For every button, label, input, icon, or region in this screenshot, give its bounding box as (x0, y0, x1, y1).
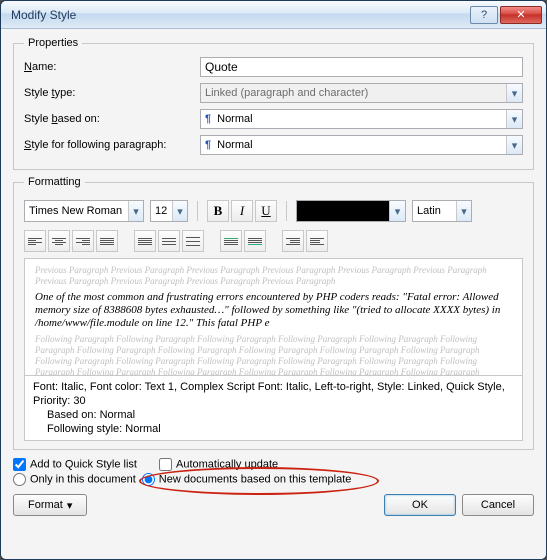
increase-indent-button[interactable] (306, 230, 328, 252)
italic-button[interactable]: I (231, 200, 253, 222)
preview-following: Following Paragraph Following Paragraph … (35, 334, 512, 376)
title-bar: Modify Style ? ✕ (1, 1, 546, 29)
underline-button[interactable]: U (255, 200, 277, 222)
pilcrow-icon: ¶ (205, 113, 211, 125)
modify-style-dialog: Modify Style ? ✕ Properties Name: Style … (0, 0, 547, 560)
window-title: Modify Style (11, 8, 470, 22)
properties-legend: Properties (24, 37, 82, 49)
space-before-dec-button[interactable] (244, 230, 266, 252)
based-on-select[interactable]: ¶ Normal ▾ (200, 109, 523, 129)
linespacing-1-button[interactable] (134, 230, 156, 252)
name-input[interactable] (200, 57, 523, 77)
chevron-down-icon[interactable]: ▾ (172, 201, 187, 221)
align-right-button[interactable] (72, 230, 94, 252)
new-documents-radio[interactable]: New documents based on this template (142, 473, 352, 486)
chevron-down-icon[interactable]: ▾ (389, 201, 405, 221)
add-quick-style-checkbox[interactable]: Add to Quick Style list (13, 458, 137, 471)
align-left-button[interactable] (24, 230, 46, 252)
preview-sample: One of the most common and frustrating e… (35, 291, 512, 330)
chevron-down-icon[interactable]: ▾ (506, 110, 522, 128)
chevron-down-icon[interactable]: ▾ (456, 201, 471, 221)
align-center-button[interactable] (48, 230, 70, 252)
linespacing-15-button[interactable] (158, 230, 180, 252)
linespacing-2-button[interactable] (182, 230, 204, 252)
bold-button[interactable]: B (207, 200, 229, 222)
preview-previous: Previous Paragraph Previous Paragraph Pr… (35, 265, 512, 287)
space-before-inc-button[interactable] (220, 230, 242, 252)
script-select[interactable]: Latin ▾ (412, 200, 472, 222)
only-this-document-radio[interactable]: Only in this document (13, 473, 136, 486)
pilcrow-icon: ¶ (205, 139, 211, 151)
chevron-down-icon: ▾ (67, 499, 73, 512)
preview-pane: Previous Paragraph Previous Paragraph Pr… (24, 258, 523, 376)
align-justify-button[interactable] (96, 230, 118, 252)
following-select[interactable]: ¶ Normal ▾ (200, 135, 523, 155)
style-type-select: Linked (paragraph and character) ▾ (200, 83, 523, 103)
format-menu-button[interactable]: Format▾ (13, 494, 87, 516)
chevron-down-icon[interactable]: ▾ (506, 136, 522, 154)
properties-group: Properties Name: Style type: Linked (par… (13, 37, 534, 170)
decrease-indent-button[interactable] (282, 230, 304, 252)
font-color-select[interactable]: ▾ (296, 200, 406, 222)
font-name-select[interactable]: Times New Roman ▾ (24, 200, 144, 222)
style-description: Font: Italic, Font color: Text 1, Comple… (24, 376, 523, 441)
help-button[interactable]: ? (470, 6, 498, 24)
formatting-legend: Formatting (24, 176, 85, 188)
ok-button[interactable]: OK (384, 494, 456, 516)
following-label: Style for following paragraph: (24, 139, 194, 151)
name-label: Name: (24, 61, 194, 73)
formatting-group: Formatting Times New Roman ▾ 12 ▾ B I U (13, 176, 534, 450)
style-type-label: Style type: (24, 87, 194, 99)
close-button[interactable]: ✕ (500, 6, 542, 24)
chevron-down-icon[interactable]: ▾ (128, 201, 143, 221)
chevron-down-icon: ▾ (506, 84, 522, 102)
auto-update-checkbox[interactable]: Automatically update (159, 458, 278, 471)
cancel-button[interactable]: Cancel (462, 494, 534, 516)
font-size-select[interactable]: 12 ▾ (150, 200, 188, 222)
based-on-label: Style based on: (24, 113, 194, 125)
